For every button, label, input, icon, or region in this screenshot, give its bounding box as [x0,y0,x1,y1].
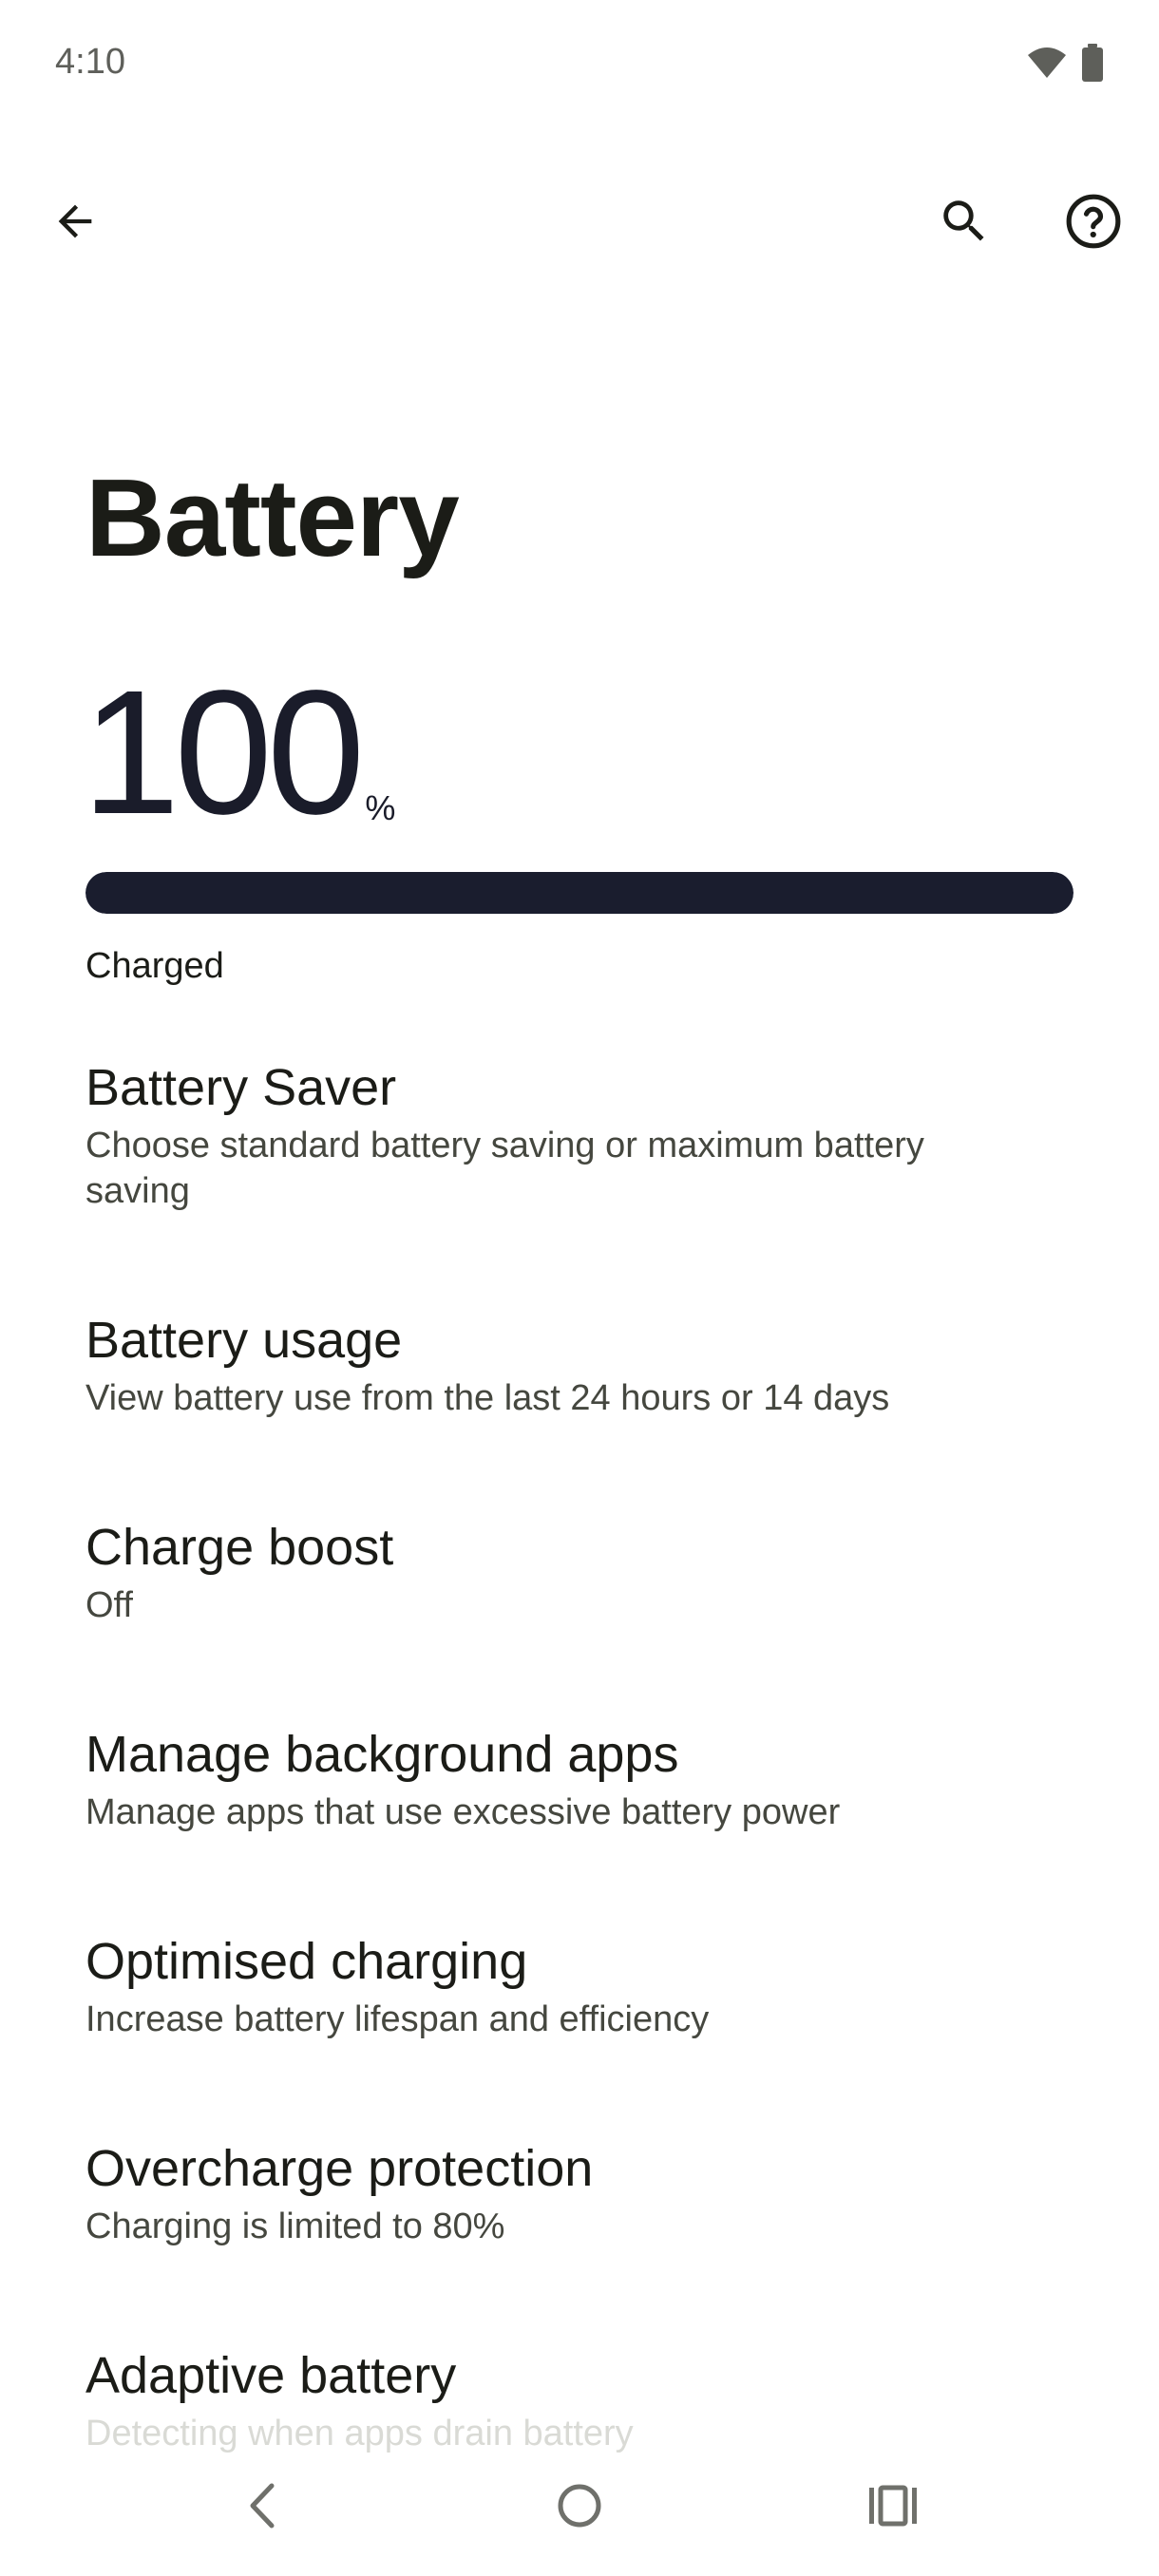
page-title: Battery [86,456,460,579]
setting-title: Optimised charging [86,1933,528,1990]
back-button[interactable] [28,176,123,271]
battery-level: 100 % [82,665,395,842]
setting-adaptive-battery[interactable]: Adaptive battery Detecting when apps dra… [0,2342,1159,2456]
status-time: 4:10 [55,42,125,82]
setting-battery-usage[interactable]: Battery usage View battery use from the … [0,1307,1159,1421]
setting-summary: Increase battery lifespan and efficiency [86,1999,710,2039]
setting-summary: Manage apps that use excessive battery p… [86,1792,841,1832]
nav-recents-icon [867,2484,919,2532]
search-button[interactable] [917,176,1012,271]
battery-status: Charged [86,946,224,986]
arrow-back-icon [50,197,100,251]
status-bar: 4:10 [0,0,1159,123]
help-button[interactable] [1046,176,1141,271]
setting-summary: Choose standard battery saving or maximu… [86,1126,924,1211]
battery-level-unit: % [365,788,396,827]
setting-title: Manage background apps [86,1726,679,1783]
setting-title: Overcharge protection [86,2140,594,2197]
top-app-bar [0,161,1159,285]
battery-level-value: 100 [82,654,365,851]
setting-charge-boost[interactable]: Charge boost Off [0,1514,1159,1628]
search-icon [937,194,992,254]
setting-title: Battery usage [86,1312,403,1369]
setting-summary: Detecting when apps drain battery [86,2414,634,2453]
setting-optimised-charging[interactable]: Optimised charging Increase battery life… [0,1928,1159,2042]
battery-settings-screen: 4:10 Battery 100 % Charged Battery Saver… [0,0,1159,2576]
setting-summary: Charging is limited to 80% [86,2207,505,2246]
help-icon [1064,192,1123,256]
setting-battery-saver[interactable]: Battery Saver Choose standard battery sa… [0,1054,1159,1214]
setting-summary: Off [86,1585,133,1625]
nav-back-icon [243,2482,281,2534]
setting-title: Adaptive battery [86,2347,457,2404]
nav-recents-button[interactable] [836,2460,950,2555]
battery-icon [1081,44,1104,86]
setting-summary: View battery use from the last 24 hours … [86,1378,890,1418]
nav-home-icon [556,2482,603,2534]
wifi-icon [1026,46,1068,85]
status-icons [1026,44,1104,86]
setting-title: Battery Saver [86,1059,397,1116]
nav-back-button[interactable] [205,2460,319,2555]
battery-progress-fill [86,872,1074,914]
navigation-bar [0,2460,1159,2576]
setting-manage-background-apps[interactable]: Manage background apps Manage apps that … [0,1721,1159,1835]
nav-home-button[interactable] [522,2460,636,2555]
battery-progress-bar [86,872,1074,914]
setting-overcharge-protection[interactable]: Overcharge protection Charging is limite… [0,2135,1159,2249]
setting-title: Charge boost [86,1519,394,1576]
